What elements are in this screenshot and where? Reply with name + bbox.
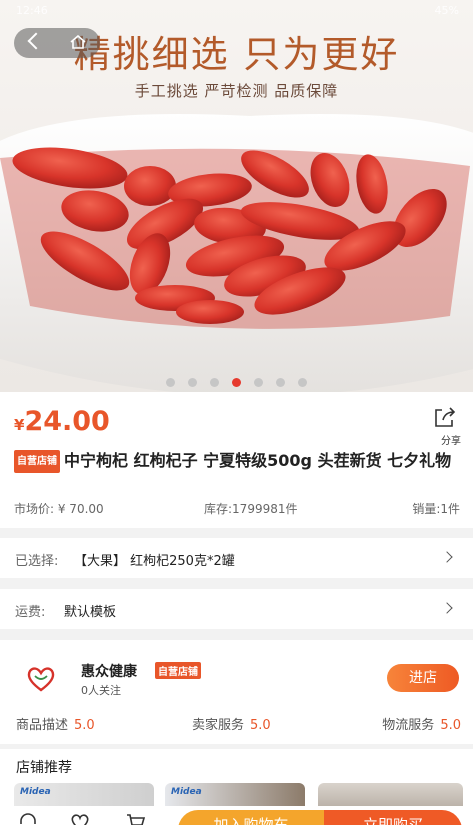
score-label: 物流服务 (382, 718, 435, 733)
home-icon[interactable] (70, 35, 86, 49)
shipping-row[interactable]: 运费: 默认模板 (0, 589, 473, 629)
store-followers: 0人关注 (81, 684, 121, 697)
market-price: 市场价: ¥ 70.00 (14, 502, 104, 516)
store-self-operated-badge: 自营店铺 (155, 662, 201, 679)
score-service: 卖家服务 5.0 (192, 714, 271, 733)
store-logo-heart-icon (27, 667, 55, 692)
price-amount: 24.00 (24, 406, 110, 437)
selection-value: 【大果】 红枸杞250克*2罐 (74, 554, 235, 569)
store-card: 惠众健康 自营店铺 0人关注 进店 商品描述 5.0 卖家服务 5.0 物流服务 5.… (0, 640, 473, 744)
currency-symbol: ¥ (14, 416, 25, 434)
carousel-dot-active[interactable] (232, 378, 241, 387)
status-bar: 12:46 45% (0, 4, 473, 20)
favorite-icon[interactable] (70, 812, 90, 825)
sales-count: 销量:1件 (412, 502, 460, 516)
score-label: 商品描述 (16, 718, 69, 733)
brand-logo-text: Midea (20, 787, 51, 797)
score-logistics: 物流服务 5.0 (382, 714, 461, 733)
chevron-right-icon (441, 602, 453, 614)
stock-count: 库存:1799981件 (204, 502, 298, 516)
status-battery: 45% (434, 4, 459, 17)
back-chevron-icon[interactable] (27, 32, 45, 50)
share-icon[interactable] (433, 406, 457, 428)
carousel-dot[interactable] (165, 378, 175, 387)
cart-icon[interactable] (126, 812, 146, 825)
chevron-right-icon (441, 551, 453, 563)
score-label: 卖家服务 (192, 718, 245, 733)
store-name[interactable]: 惠众健康 (81, 661, 137, 681)
shipping-value: 默认模板 (64, 605, 117, 620)
product-price: ¥24.00 (14, 406, 110, 437)
score-value: 5.0 (440, 718, 461, 733)
selection-label: 已选择: (15, 554, 59, 569)
spec-selection-row[interactable]: 已选择: 【大果】 红枸杞250克*2罐 (0, 538, 473, 578)
carousel-dot[interactable] (187, 378, 197, 387)
bottom-action-bar: 加入购物车 立即购买 (0, 806, 473, 825)
score-value: 5.0 (74, 718, 95, 733)
product-page: { "status_bar": { "time": "12:46", "batt… (0, 0, 473, 825)
brand-logo-text: Midea (171, 787, 202, 797)
enter-store-button[interactable]: 进店 (387, 664, 459, 692)
back-home-capsule[interactable] (14, 28, 100, 58)
product-info-card: ¥24.00 分享 自营店铺 中宁枸杞 红枸杞子 宁夏特级500g 头茬新货 七夕… (0, 392, 473, 528)
goji-berry-bowl-image (0, 114, 473, 392)
score-description: 商品描述 5.0 (16, 714, 95, 733)
customer-service-icon[interactable] (18, 812, 38, 825)
share-label[interactable]: 分享 (441, 432, 461, 447)
carousel-dot[interactable] (209, 378, 219, 387)
carousel-indicator (0, 372, 473, 387)
product-title: 自营店铺 中宁枸杞 红枸杞子 宁夏特级500g 头茬新货 七夕礼物 (14, 450, 462, 473)
buy-now-button[interactable]: 立即购买 (324, 810, 462, 825)
recommend-title: 店铺推荐 (16, 760, 72, 776)
self-operated-badge: 自营店铺 (14, 450, 60, 473)
product-image-carousel[interactable]: 12:46 45% 精挑细选 只为更好 手工挑选 严苛检测 品质保障 (0, 0, 473, 392)
add-to-cart-button[interactable]: 加入购物车 (178, 810, 324, 825)
status-time: 12:46 (16, 4, 48, 17)
product-title-text: 中宁枸杞 红枸杞子 宁夏特级500g 头茬新货 七夕礼物 (64, 451, 452, 470)
score-value: 5.0 (250, 718, 271, 733)
shipping-label: 运费: (15, 605, 46, 620)
banner-subline: 手工挑选 严苛检测 品质保障 (134, 82, 339, 100)
